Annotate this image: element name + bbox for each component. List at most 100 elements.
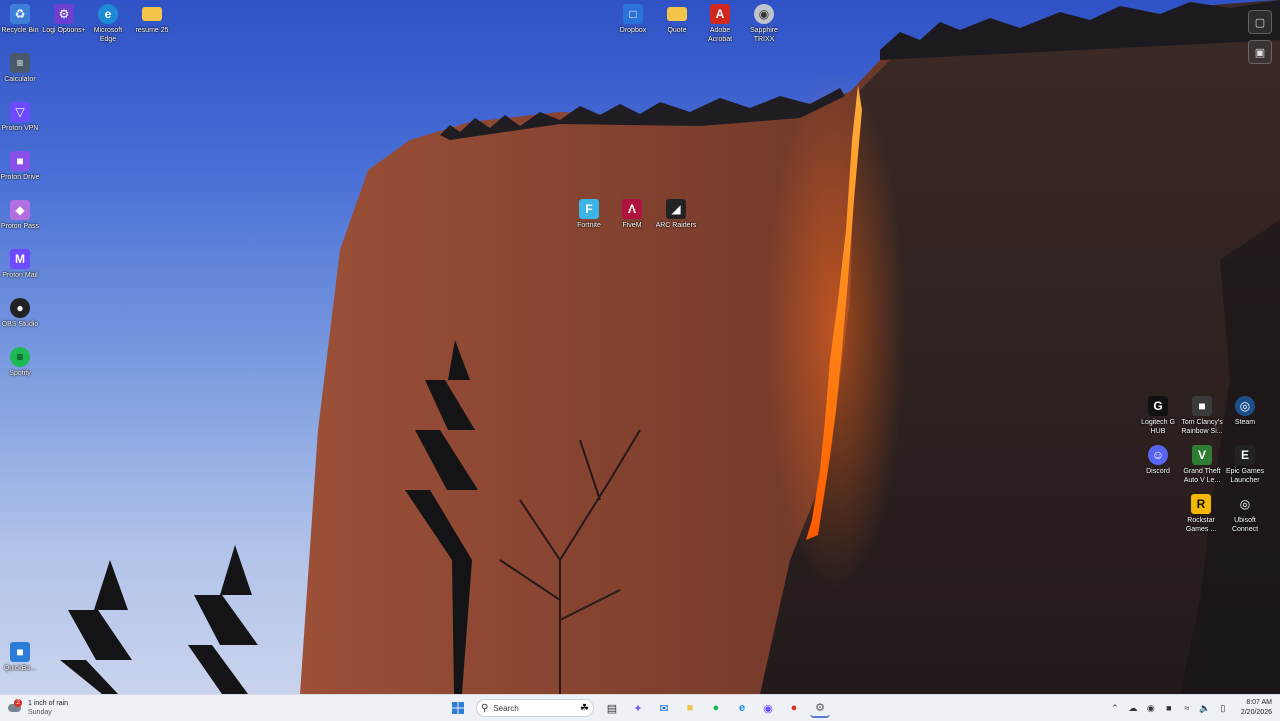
chevron-up-icon[interactable]: ⌃ (1109, 703, 1121, 714)
weather-subtitle: Sunday (28, 709, 52, 716)
desktop[interactable]: ♻ Recycle Bin ⚙ Logi Options+ e Microsof… (0, 0, 1280, 694)
taskbar-app-edge[interactable]: e (732, 698, 752, 718)
icon-label: Proton Pass (0, 223, 40, 230)
search-icon: ⚲ (481, 702, 489, 714)
desktop-icon-fivem[interactable]: Λ FiveM (610, 199, 654, 230)
taskbar-app-file-explorer[interactable]: ▤ (602, 698, 622, 718)
icon-label: Logitech G HUB (1141, 419, 1175, 435)
icon-label: Fortnite (577, 222, 601, 229)
notification-badge: 2 (14, 699, 22, 707)
proton-icon: ◉ (763, 702, 773, 715)
icon-label: Spotify (9, 370, 31, 377)
desktop-icon-spotify[interactable]: ≡ Spotify (0, 347, 42, 378)
icon-label: Sapphire TRIXX (749, 27, 779, 43)
desktop-icon-gta-v[interactable]: V Grand Theft Auto V Le... (1178, 445, 1226, 485)
icon-label: Tom Clancy's Rainbow Si... (1181, 419, 1223, 435)
taskbar-app-chrome[interactable]: ● (784, 698, 804, 718)
desktop-icon-sapphire-trixx[interactable]: ◉ Sapphire TRIXX (742, 4, 786, 44)
taskbar-app-spotify[interactable]: ● (706, 698, 726, 718)
wallpaper-el-capitan-firefall (60, 0, 1280, 694)
logitech-g-hub-icon: G (1148, 396, 1168, 416)
battery-icon[interactable]: ▯ (1217, 703, 1229, 714)
desktop-icon-quickbooks[interactable]: ■ QuickBo... (0, 642, 42, 673)
start-button[interactable] (448, 698, 468, 718)
settings-gear-icon: ⚙ (815, 701, 825, 714)
desktop-icon-rockstar-games[interactable]: R Rockstar Games ... (1179, 494, 1223, 534)
icon-label: Dropbox (619, 27, 647, 34)
weather-title: 1 inch of rain (28, 700, 69, 707)
spotify-icon: ● (712, 702, 720, 714)
steam-icon: ◎ (1235, 396, 1255, 416)
taskbar-app-settings[interactable]: ⚙ (810, 698, 830, 718)
folder-icon: ■ (686, 702, 694, 714)
clock[interactable]: 8:07 AM 2/20/2026 (1241, 698, 1272, 718)
rockstar-games-icon: R (1191, 494, 1211, 514)
widget-pin-button[interactable]: ▢ (1248, 10, 1272, 34)
desktop-icon-obs-studio[interactable]: ● OBS Studio (0, 298, 42, 329)
icon-label: Discord (1146, 468, 1170, 475)
icon-label: Microsoft Edge (93, 27, 123, 43)
clock-date: 2/20/2026 (1240, 709, 1272, 716)
desktop-icon-arc-raiders[interactable]: ◢ ARC Raiders (654, 199, 698, 230)
desktop-icon-quote-folder[interactable]: Quote (655, 4, 699, 35)
outlook-icon: ✉ (659, 702, 669, 715)
icon-label: Adobe Acrobat (707, 27, 733, 43)
desktop-icon-steam[interactable]: ◎ Steam (1223, 396, 1267, 427)
adobe-acrobat-icon: A (710, 4, 730, 24)
icon-label: Ubisoft Connect (1231, 517, 1259, 533)
weather-widget[interactable]: 2 1 inch of rain Sunday (8, 698, 68, 718)
desktop-icon-proton-drive[interactable]: ■ Proton Drive (0, 151, 42, 182)
icon-label: Proton Mail (2, 272, 38, 279)
desktop-icon-proton-pass[interactable]: ◆ Proton Pass (0, 200, 42, 231)
widget-snip-button[interactable]: ▣ (1248, 40, 1272, 64)
quickbooks-icon: ■ (10, 642, 30, 662)
desktop-icon-epic-games[interactable]: E Epic Games Launcher (1223, 445, 1267, 485)
taskbar-app-proton[interactable]: ◉ (758, 698, 778, 718)
taskbar-app-folder[interactable]: ■ (680, 698, 700, 718)
proton-pass-icon: ◆ (10, 200, 30, 220)
desktop-icon-logi-options[interactable]: ⚙ Logi Options+ (42, 4, 86, 35)
desktop-icon-rainbow-six[interactable]: ■ Tom Clancy's Rainbow Si... (1178, 396, 1226, 436)
icon-label: resume 25 (135, 27, 169, 34)
desktop-icon-resume-folder[interactable]: resume 25 (130, 4, 174, 35)
taskbar-app-outlook[interactable]: ✉ (654, 698, 674, 718)
icon-label: FiveM (622, 222, 642, 229)
desktop-icon-ubisoft-connect[interactable]: ◎ Ubisoft Connect (1223, 494, 1267, 534)
desktop-icon-recycle-bin[interactable]: ♻ Recycle Bin (0, 4, 42, 35)
desktop-icon-adobe-acrobat[interactable]: A Adobe Acrobat (698, 4, 742, 44)
dropbox-icon: □ (623, 4, 643, 24)
rain-cloud-icon: 2 (8, 699, 22, 715)
icon-label: Proton Drive (0, 174, 40, 181)
icon-label: Steam (1234, 419, 1256, 426)
desktop-icon-proton-mail[interactable]: M Proton Mail (0, 249, 42, 280)
icon-label: OBS Studio (1, 321, 39, 328)
wifi-icon[interactable]: ≈ (1181, 703, 1193, 713)
desktop-icon-fortnite[interactable]: F Fortnite (567, 199, 611, 230)
spotify-icon: ≡ (10, 347, 30, 367)
icon-label: Proton VPN (1, 125, 39, 132)
desktop-icon-dropbox[interactable]: □ Dropbox (611, 4, 655, 35)
copilot-icon: ✦ (633, 702, 643, 715)
app-tray-icon[interactable]: ■ (1163, 703, 1175, 713)
recycle-bin-icon: ♻ (10, 4, 30, 24)
desktop-icon-calculator[interactable]: ≡ Calculator (0, 53, 42, 84)
desktop-icon-proton-vpn[interactable]: ▽ Proton VPN (0, 102, 42, 133)
desktop-icon-logitech-g-hub[interactable]: G Logitech G HUB (1136, 396, 1180, 436)
clock-time: 8:07 AM (1246, 699, 1272, 706)
onedrive-cloud-icon[interactable]: ☁ (1127, 703, 1139, 714)
gta-v-icon: V (1192, 445, 1212, 465)
icon-label: Grand Theft Auto V Le... (1183, 468, 1221, 484)
edge-icon: e (98, 4, 118, 24)
icon-label: QuickBo... (3, 665, 37, 672)
taskbar-search-box[interactable]: ⚲ Search ☘ (476, 699, 594, 717)
fivem-icon: Λ (622, 199, 642, 219)
security-icon[interactable]: ◉ (1145, 703, 1157, 714)
desktop-icon-microsoft-edge[interactable]: e Microsoft Edge (86, 4, 130, 44)
volume-icon[interactable]: 🔈 (1199, 703, 1211, 714)
taskbar-app-copilot[interactable]: ✦ (628, 698, 648, 718)
icon-label: Calculator (4, 76, 36, 83)
desktop-icon-discord[interactable]: ☺ Discord (1136, 445, 1180, 476)
icon-label: Epic Games Launcher (1225, 468, 1265, 484)
rainbow-six-icon: ■ (1192, 396, 1212, 416)
obs-studio-icon: ● (10, 298, 30, 318)
